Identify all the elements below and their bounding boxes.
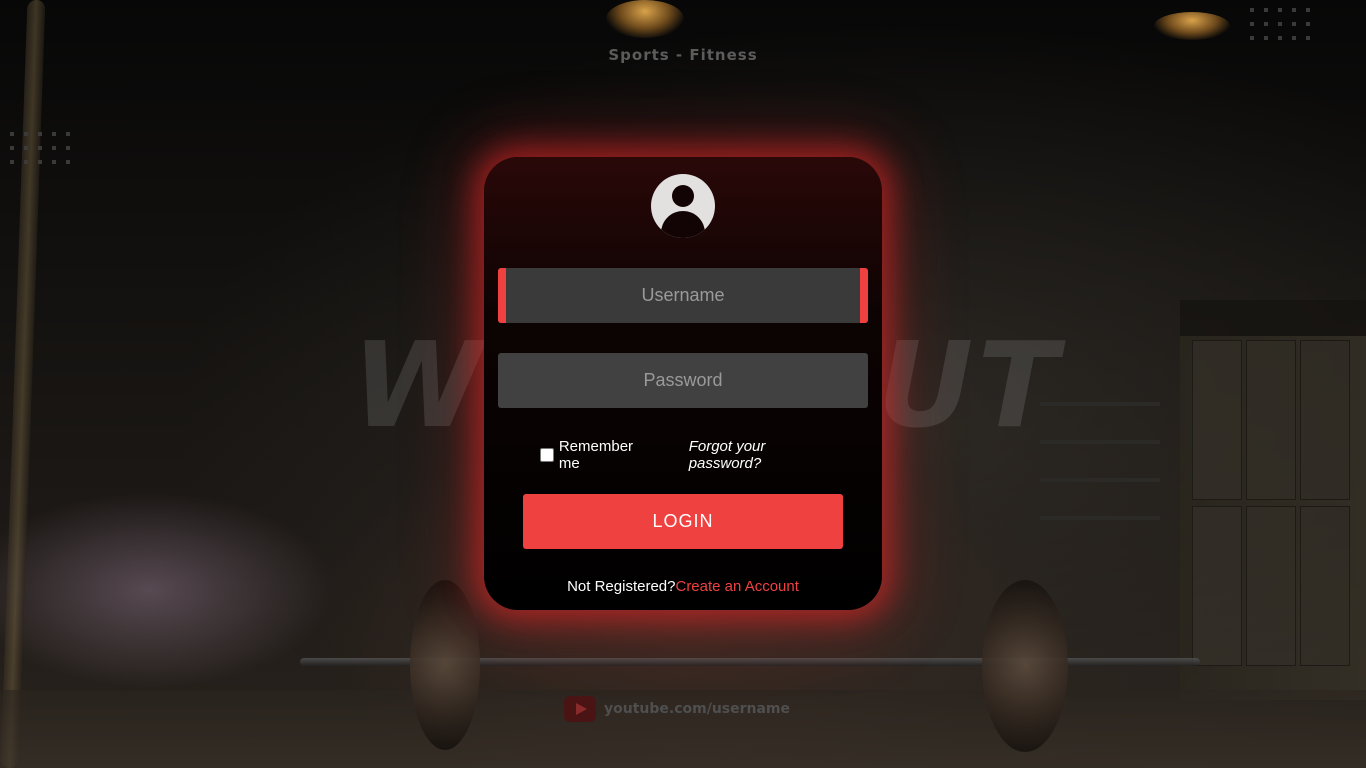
login-options: Remember me Forgot your password?: [540, 438, 840, 472]
youtube-link[interactable]: youtube.com/username: [564, 696, 790, 722]
user-avatar-icon: [651, 174, 715, 238]
ceiling-lamp: [606, 0, 684, 38]
weight-plate: [410, 580, 480, 750]
create-account-link[interactable]: Create an Account: [675, 578, 798, 595]
brand-title: Sports - Fitness: [608, 46, 758, 64]
signup-prompt: Not Registered?Create an Account: [484, 578, 882, 595]
ceiling-lamp: [1154, 12, 1230, 40]
decorative-dot-grid: [10, 132, 70, 164]
login-button[interactable]: LOGIN: [523, 494, 843, 549]
login-card: Remember me Forgot your password? LOGIN …: [484, 157, 882, 610]
username-input[interactable]: [498, 268, 868, 323]
rack-shelf: [1040, 516, 1160, 520]
forgot-password-link[interactable]: Forgot your password?: [689, 438, 840, 472]
youtube-link-text: youtube.com/username: [604, 701, 791, 717]
password-input[interactable]: [498, 353, 868, 408]
weight-plate: [982, 580, 1068, 752]
not-registered-text: Not Registered?: [567, 578, 676, 595]
remember-me-label[interactable]: Remember me: [559, 438, 657, 472]
lockers: [1180, 300, 1366, 700]
climbing-rope: [0, 0, 46, 768]
rack-shelf: [1040, 478, 1160, 482]
youtube-icon: [564, 696, 596, 722]
remember-me-checkbox[interactable]: [540, 448, 554, 462]
decorative-dot-grid: [1250, 8, 1310, 40]
